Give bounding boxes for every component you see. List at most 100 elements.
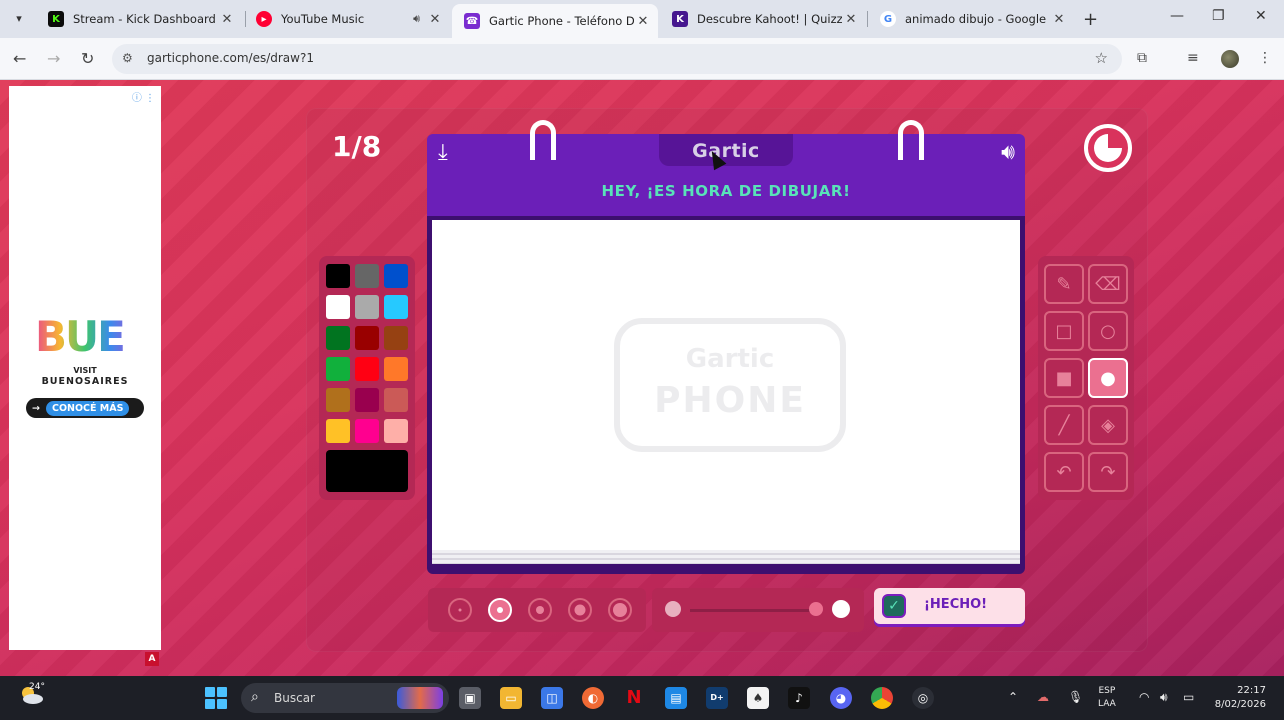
color-swatch[interactable] <box>355 419 379 443</box>
tab-kick-dashboard[interactable]: K Stream - Kick Dashboard ✕ <box>36 4 242 34</box>
undo-icon[interactable]: ↶ <box>1044 452 1084 492</box>
done-button[interactable]: ✓ ¡HECHO! <box>874 588 1025 624</box>
profile-avatar[interactable] <box>1221 50 1239 68</box>
tiktok-icon[interactable]: ♪ <box>788 687 810 709</box>
volume-icon[interactable]: 🔊︎ <box>1001 140 1015 165</box>
tab-search-chevron-icon[interactable]: ▾ <box>8 8 30 30</box>
brush-size-5[interactable] <box>608 598 632 622</box>
google-icon: G <box>880 11 896 27</box>
pencil-icon[interactable]: ✎ <box>1044 264 1084 304</box>
media-controls-icon[interactable]: ≡ <box>1187 50 1199 66</box>
redo-icon[interactable]: ↷ <box>1088 452 1128 492</box>
color-swatch[interactable] <box>384 326 408 350</box>
language-code: ESP <box>1098 686 1116 696</box>
ad-cta-button[interactable]: → CONOCÉ MÁS <box>26 398 144 418</box>
opacity-min-icon <box>665 601 681 617</box>
gartic-logo: Gartic <box>692 140 760 162</box>
microsoft-store-icon[interactable]: ◫ <box>541 687 563 709</box>
netflix-icon[interactable]: N <box>623 687 645 709</box>
microphone-icon[interactable]: 🎙︎ <box>1068 690 1083 704</box>
site-settings-icon[interactable]: ⚙ <box>122 51 133 65</box>
battery-icon[interactable]: ▭ <box>1183 690 1194 704</box>
brush-size-1[interactable] <box>448 598 472 622</box>
obs-icon[interactable]: ◎ <box>912 687 934 709</box>
reload-icon[interactable]: ↻ <box>81 49 94 68</box>
color-swatch[interactable] <box>355 264 379 288</box>
close-tab-icon[interactable]: ✕ <box>1050 12 1068 27</box>
color-swatch[interactable] <box>326 357 350 381</box>
discord-icon[interactable]: ◕ <box>830 687 852 709</box>
tab-title: Descubre Kahoot! | Quizzes <box>697 12 842 26</box>
menu-icon[interactable]: ⋮ <box>1258 50 1272 66</box>
color-swatch[interactable] <box>384 419 408 443</box>
brush-size-2[interactable] <box>488 598 512 622</box>
clock[interactable]: 22:17 8/02/2026 <box>1210 684 1266 712</box>
date: 8/02/2026 <box>1214 699 1266 710</box>
show-hidden-icons-icon[interactable]: ⌃ <box>1008 690 1018 704</box>
download-icon[interactable]: ⤓ <box>438 140 448 165</box>
speaker-icon[interactable]: 🔊︎ <box>413 12 420 26</box>
wifi-icon[interactable]: ◠ <box>1139 690 1149 704</box>
canvas-paper-edge <box>432 550 1020 564</box>
tab-gartic-phone[interactable]: ☎ Gartic Phone - Teléfono Des ✕ <box>452 4 658 38</box>
color-swatch[interactable] <box>326 326 350 350</box>
color-swatch[interactable] <box>384 295 408 319</box>
new-tab-icon[interactable]: + <box>1083 9 1098 30</box>
color-swatch[interactable] <box>355 326 379 350</box>
color-swatch[interactable] <box>326 419 350 443</box>
ellipse-outline-icon[interactable]: ○ <box>1088 311 1128 351</box>
crunchyroll-icon[interactable]: ◐ <box>582 687 604 709</box>
eraser-icon[interactable]: ⌫ <box>1088 264 1128 304</box>
opacity-track[interactable] <box>690 609 816 612</box>
video-editor-icon[interactable]: ▤ <box>665 687 687 709</box>
url-text[interactable]: garticphone.com/es/draw?1 <box>147 51 314 65</box>
opacity-handle[interactable] <box>809 602 823 616</box>
language-indicator[interactable]: ESP LAA <box>1098 685 1116 711</box>
close-tab-icon[interactable]: ✕ <box>426 12 444 27</box>
extensions-icon[interactable]: ⧉ <box>1137 50 1147 66</box>
ad-info-icon[interactable]: ⓘ ⋮ <box>132 89 155 104</box>
tab-youtube-music[interactable]: ▸ YouTube Music 🔊︎ ✕ <box>244 4 450 34</box>
ellipse-fill-icon[interactable]: ● <box>1088 358 1128 398</box>
minimize-icon[interactable]: — <box>1170 8 1184 24</box>
line-icon[interactable]: ╱ <box>1044 405 1084 445</box>
solitaire-icon[interactable]: ♠ <box>747 687 769 709</box>
close-tab-icon[interactable]: ✕ <box>634 14 652 29</box>
color-swatch[interactable] <box>326 388 350 412</box>
back-icon[interactable]: ← <box>13 49 26 68</box>
disney-plus-icon[interactable]: D+ <box>706 687 728 709</box>
forward-icon[interactable]: → <box>47 49 60 68</box>
color-swatch[interactable] <box>355 388 379 412</box>
tab-title: Stream - Kick Dashboard <box>73 12 216 26</box>
brush-size-3[interactable] <box>528 598 552 622</box>
color-swatch[interactable] <box>326 295 350 319</box>
address-bar[interactable]: ⚙ garticphone.com/es/draw?1 ☆ <box>112 44 1122 74</box>
color-swatch[interactable] <box>355 357 379 381</box>
windows-start-icon[interactable] <box>205 687 227 709</box>
ad-banner[interactable]: ⓘ ⋮ BUE VISIT BUENOSAIRES → CONOCÉ MÁS <box>9 86 161 650</box>
task-view-icon[interactable]: ▣ <box>459 687 481 709</box>
drawing-canvas[interactable]: Gartic PHONE <box>432 220 1020 550</box>
color-swatch[interactable] <box>355 295 379 319</box>
brush-size-4[interactable] <box>568 598 592 622</box>
antivirus-icon[interactable]: ☁ <box>1037 690 1049 704</box>
color-swatch[interactable] <box>384 388 408 412</box>
bucket-icon[interactable]: ◈ <box>1088 405 1128 445</box>
tab-google-search[interactable]: G animado dibujo - Google Se ✕ <box>868 4 1074 34</box>
color-swatch[interactable] <box>384 264 408 288</box>
file-explorer-icon[interactable]: ▭ <box>500 687 522 709</box>
close-tab-icon[interactable]: ✕ <box>842 12 860 27</box>
chrome-icon[interactable] <box>871 687 893 709</box>
close-tab-icon[interactable]: ✕ <box>218 12 236 27</box>
color-swatch[interactable] <box>384 357 408 381</box>
taskbar-search[interactable]: ⌕ Buscar <box>241 683 449 713</box>
restore-icon[interactable]: ❐ <box>1212 8 1225 24</box>
adchoices-badge[interactable]: A <box>145 652 159 666</box>
rectangle-fill-icon[interactable]: ■ <box>1044 358 1084 398</box>
close-window-icon[interactable]: ✕ <box>1255 8 1267 24</box>
volume-icon[interactable]: 🔊︎ <box>1160 690 1168 705</box>
bookmark-star-icon[interactable]: ☆ <box>1095 49 1108 67</box>
tab-kahoot[interactable]: K Descubre Kahoot! | Quizzes ✕ <box>660 4 866 34</box>
color-swatch[interactable] <box>326 264 350 288</box>
rectangle-outline-icon[interactable]: □ <box>1044 311 1084 351</box>
